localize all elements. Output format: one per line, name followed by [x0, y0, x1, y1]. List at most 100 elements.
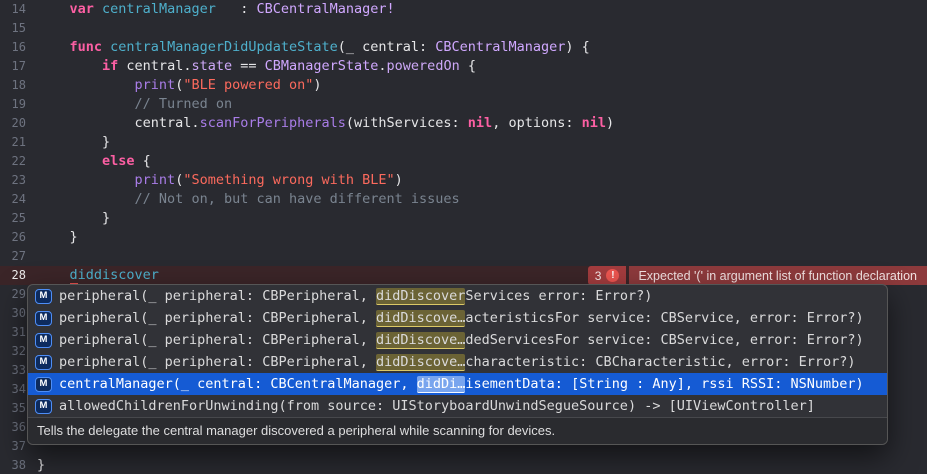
autocomplete-item-selected[interactable]: McentralManager(_ central: CBCentralMana… — [28, 373, 887, 395]
token-plain: } — [37, 457, 46, 473]
code-text[interactable]: // Turned on — [31, 95, 927, 114]
code-line[interactable]: 15 — [0, 19, 927, 38]
line-number: 23 — [11, 173, 26, 187]
line-number: 18 — [11, 78, 26, 92]
match-highlight: didDiscove… — [375, 310, 466, 327]
code-line[interactable]: 26 } — [0, 228, 927, 247]
token-type: CBCentralManager! — [256, 1, 395, 17]
match-highlight: didDiscove… — [375, 332, 466, 349]
code-line[interactable]: 21 } — [0, 133, 927, 152]
code-text[interactable]: print("BLE powered on") — [31, 76, 927, 95]
autocomplete-item-label: peripheral(_ peripheral: CBPeripheral, d… — [59, 332, 864, 349]
error-strip[interactable]: 3 ! Expected '(' in argument list of fun… — [587, 266, 927, 285]
code-text[interactable]: } — [31, 133, 927, 152]
autocomplete-item[interactable]: Mperipheral(_ peripheral: CBPeripheral, … — [28, 329, 887, 351]
code-editor[interactable]: 14 var centralManager : CBCentralManager… — [0, 0, 927, 474]
token-plain: } — [37, 210, 111, 226]
line-number: 14 — [11, 2, 26, 16]
token-func: print — [134, 77, 176, 93]
token-plain: } — [37, 134, 111, 150]
line-number: 17 — [11, 59, 26, 73]
method-icon: M — [35, 376, 52, 392]
token-decl: centralManagerDidUpdateState — [110, 39, 338, 55]
autocomplete-popup[interactable]: Mperipheral(_ peripheral: CBPeripheral, … — [27, 284, 888, 445]
token-string: "BLE powered on" — [183, 77, 314, 93]
error-count-badge[interactable]: 3 ! — [587, 266, 627, 285]
autocomplete-item[interactable]: Mperipheral(_ peripheral: CBPeripheral, … — [28, 307, 887, 329]
token-plain: } — [37, 229, 78, 245]
token-plain: (withServices: — [345, 115, 468, 131]
token-prop: state — [191, 58, 233, 74]
autocomplete-item[interactable]: Mperipheral(_ peripheral: CBPeripheral, … — [28, 285, 887, 307]
code-text[interactable]: var centralManager : CBCentralManager! — [31, 0, 927, 19]
code-line[interactable]: 19 // Turned on — [0, 95, 927, 114]
token-string: "Something wrong with BLE" — [183, 172, 395, 188]
match-highlight: didDi… — [416, 376, 466, 393]
line-number: 19 — [11, 97, 26, 111]
code-line[interactable]: 18 print("BLE powered on") — [0, 76, 927, 95]
code-line[interactable]: 20 central.scanForPeripherals(withServic… — [0, 114, 927, 133]
code-text[interactable]: } — [31, 209, 927, 228]
line-number: 26 — [11, 230, 26, 244]
code-text[interactable]: print("Something wrong with BLE") — [31, 171, 927, 190]
autocomplete-item[interactable]: MallowedChildrenForUnwinding(from source… — [28, 395, 887, 417]
line-number: 21 — [11, 135, 26, 149]
error-message[interactable]: Expected '(' in argument list of functio… — [629, 266, 927, 285]
code-line[interactable]: 17 if central.state == CBManagerState.po… — [0, 57, 927, 76]
code-line[interactable]: 23 print("Something wrong with BLE") — [0, 171, 927, 190]
method-icon: M — [35, 288, 52, 304]
code-text[interactable]: func centralManagerDidUpdateState(_ cent… — [31, 38, 927, 57]
code-text[interactable]: } — [31, 456, 927, 474]
token-plain: central. — [37, 115, 200, 131]
token-keyword: else — [102, 153, 135, 169]
code-text[interactable] — [31, 247, 927, 266]
token-decl-err: d — [69, 267, 78, 285]
line-number: 22 — [11, 154, 26, 168]
token-keyword: if — [102, 58, 119, 74]
token-plain: : — [215, 1, 257, 17]
token-keyword: nil — [581, 115, 606, 131]
code-text[interactable]: // Not on, but can have different issues — [31, 190, 927, 209]
autocomplete-description: Tells the delegate the central manager d… — [28, 417, 887, 444]
token-plain: ) — [394, 172, 403, 188]
code-text[interactable]: if central.state == CBManagerState.power… — [31, 57, 927, 76]
error-count: 3 — [594, 268, 602, 283]
code-text[interactable] — [31, 19, 927, 38]
code-line[interactable]: 16 func centralManagerDidUpdateState(_ c… — [0, 38, 927, 57]
code-line[interactable]: 25 } — [0, 209, 927, 228]
token-plain: ) — [605, 115, 615, 131]
code-line[interactable]: 27 — [0, 247, 927, 266]
token-plain: { — [459, 58, 476, 74]
code-line[interactable]: 14 var centralManager : CBCentralManager… — [0, 0, 927, 19]
code-text[interactable]: } — [31, 228, 927, 247]
line-number: 16 — [11, 40, 26, 54]
token-type: CBCentralManager — [435, 39, 566, 55]
line-number: 28 — [11, 268, 26, 282]
token-plain: , options: — [492, 115, 582, 131]
token-type: CBManagerState — [264, 58, 379, 74]
token-plain: ) { — [565, 39, 590, 55]
code-line[interactable]: 22 else { — [0, 152, 927, 171]
match-highlight: didDiscove… — [375, 354, 466, 371]
token-decl: centralManager — [102, 1, 216, 17]
token-keyword: func — [69, 39, 103, 55]
code-text[interactable]: central.scanForPeripherals(withServices:… — [31, 114, 927, 133]
token-decl: iddiscover — [77, 267, 159, 283]
token-keyword: nil — [467, 115, 493, 131]
token-keyword: var — [69, 1, 94, 17]
autocomplete-item[interactable]: Mperipheral(_ peripheral: CBPeripheral, … — [28, 351, 887, 373]
line-number: 24 — [11, 192, 26, 206]
code-line[interactable]: 24 // Not on, but can have different iss… — [0, 190, 927, 209]
line-number: 15 — [11, 21, 26, 35]
line-number: 27 — [11, 249, 26, 263]
code-text[interactable]: else { — [31, 152, 927, 171]
code-line[interactable]: 38} — [0, 456, 927, 474]
